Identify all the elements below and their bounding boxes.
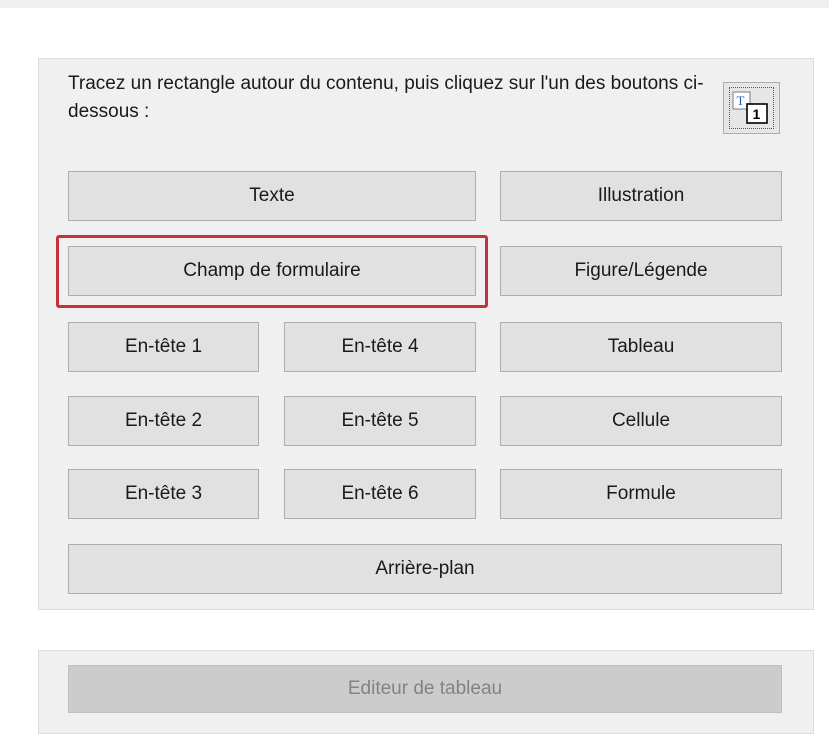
- en-tete-2-button[interactable]: En-tête 2: [68, 396, 259, 446]
- figure-legende-button[interactable]: Figure/Légende: [500, 246, 782, 296]
- en-tete-1-button[interactable]: En-tête 1: [68, 322, 259, 372]
- tag-order-icon-button[interactable]: T 1: [723, 82, 780, 134]
- tag-order-icon: T 1: [732, 91, 768, 124]
- en-tete-3-button[interactable]: En-tête 3: [68, 469, 259, 519]
- tableau-button[interactable]: Tableau: [500, 322, 782, 372]
- tag-icon-t-glyph: T: [737, 93, 745, 108]
- en-tete-5-button[interactable]: En-tête 5: [284, 396, 476, 446]
- editeur-de-tableau-button[interactable]: Editeur de tableau: [68, 665, 782, 713]
- en-tete-6-button[interactable]: En-tête 6: [284, 469, 476, 519]
- window-top-strip: [0, 0, 829, 8]
- en-tete-4-button[interactable]: En-tête 4: [284, 322, 476, 372]
- focus-rect: T 1: [729, 87, 774, 129]
- texte-button[interactable]: Texte: [68, 171, 476, 221]
- highlight-frame: [56, 235, 488, 308]
- cellule-button[interactable]: Cellule: [500, 396, 782, 446]
- tag-icon-1-glyph: 1: [753, 106, 761, 122]
- formule-button[interactable]: Formule: [500, 469, 782, 519]
- illustration-button[interactable]: Illustration: [500, 171, 782, 221]
- arriere-plan-button[interactable]: Arrière-plan: [68, 544, 782, 594]
- instruction-text: Tracez un rectangle autour du contenu, p…: [68, 73, 704, 122]
